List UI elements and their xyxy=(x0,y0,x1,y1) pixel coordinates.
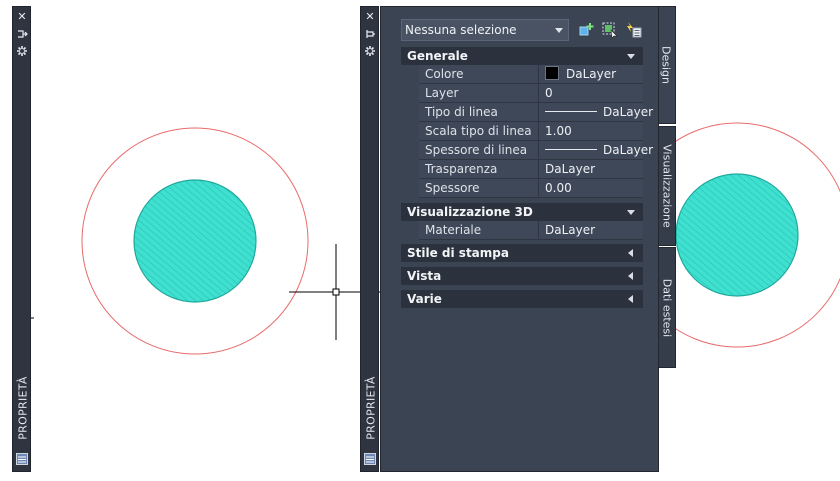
close-icon[interactable]: ✕ xyxy=(16,11,28,23)
prop-name: Trasparenza xyxy=(419,160,539,178)
autohide-icon[interactable] xyxy=(364,28,376,40)
prop-scala-tipo-di-linea[interactable]: Scala tipo di linea 1.00 xyxy=(401,122,643,141)
prop-value[interactable]: 0 xyxy=(539,84,643,102)
section-varie[interactable]: Varie xyxy=(401,290,643,308)
prop-name: Materiale xyxy=(419,221,539,239)
prop-value[interactable]: 0.00 xyxy=(539,179,643,197)
left-drawing xyxy=(81,127,309,355)
prop-name: Layer xyxy=(419,84,539,102)
prop-value[interactable]: DaLayer xyxy=(539,160,643,178)
section-visualizzazione-3d[interactable]: Visualizzazione 3D xyxy=(401,203,643,221)
autohide-icon[interactable] xyxy=(16,28,28,40)
color-swatch xyxy=(545,66,559,80)
prop-name: Spessore di linea xyxy=(419,141,539,159)
left-properties-strip[interactable]: ✕ PROPRIETÀ xyxy=(12,6,31,472)
expand-icon xyxy=(628,249,633,257)
toggle-pickadd-icon[interactable] xyxy=(578,21,596,39)
section-stile-di-stampa[interactable]: Stile di stampa xyxy=(401,244,643,262)
prop-value[interactable]: DaLayer xyxy=(539,65,643,83)
prop-trasparenza[interactable]: Trasparenza DaLayer xyxy=(401,160,643,179)
prop-name: Tipo di linea xyxy=(419,103,539,121)
tab-design[interactable]: Design xyxy=(657,6,676,124)
prop-tipo-di-linea[interactable]: Tipo di linea DaLayer xyxy=(401,103,653,122)
palette-title: PROPRIETÀ xyxy=(16,376,29,440)
hatched-circle-left xyxy=(133,179,257,303)
prop-spessore[interactable]: Spessore 0.00 xyxy=(401,179,643,198)
prop-value[interactable]: DaLayer xyxy=(539,221,643,239)
quick-select-icon[interactable] xyxy=(625,21,643,39)
selection-value: Nessuna selezione xyxy=(405,23,517,37)
expand-icon xyxy=(628,295,633,303)
chevron-down-icon xyxy=(555,28,563,33)
tab-visualizzazione[interactable]: Visualizzazione xyxy=(657,126,676,246)
prop-value[interactable]: DaLayer xyxy=(539,141,653,159)
collapse-icon xyxy=(627,54,635,59)
collapse-icon xyxy=(627,210,635,215)
prop-materiale[interactable]: Materiale DaLayer xyxy=(401,221,643,240)
section-vista[interactable]: Vista xyxy=(401,267,643,285)
expand-icon xyxy=(628,272,633,280)
prop-name: Colore xyxy=(419,65,539,83)
properties-icon[interactable] xyxy=(364,453,376,465)
prop-value[interactable]: DaLayer xyxy=(539,103,653,121)
linetype-sample xyxy=(545,111,597,112)
palette-titlebar[interactable]: ✕ PROPRIETÀ xyxy=(360,6,379,472)
properties-icon[interactable] xyxy=(16,453,28,465)
prop-value[interactable]: 1.00 xyxy=(539,122,643,140)
settings-icon[interactable] xyxy=(16,45,28,57)
tab-dati-estesi[interactable]: Dati estesi xyxy=(657,247,676,368)
prop-name: Spessore xyxy=(419,179,539,197)
section-generale[interactable]: Generale xyxy=(401,47,643,65)
prop-name: Scala tipo di linea xyxy=(419,122,539,140)
prop-colore[interactable]: Colore DaLayer xyxy=(401,65,643,84)
selection-dropdown[interactable]: Nessuna selezione xyxy=(401,19,569,41)
hatched-circle-right xyxy=(675,173,799,297)
prop-spessore-di-linea[interactable]: Spessore di linea DaLayer xyxy=(401,141,653,160)
lineweight-sample xyxy=(545,149,597,150)
select-objects-icon[interactable] xyxy=(601,21,619,39)
palette-title: PROPRIETÀ xyxy=(364,376,377,440)
settings-icon[interactable] xyxy=(364,45,376,57)
close-icon[interactable]: ✕ xyxy=(364,11,376,23)
prop-layer[interactable]: Layer 0 xyxy=(401,84,643,103)
properties-palette: Nessuna selezione Generale Colore DaLaye… xyxy=(380,6,659,472)
